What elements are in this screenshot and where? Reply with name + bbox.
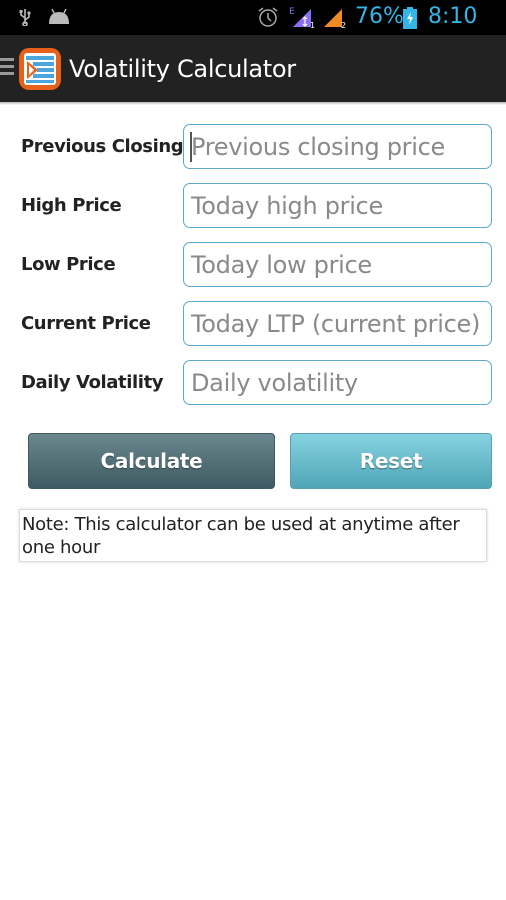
form-row-low-price: Low Price (0, 242, 506, 288)
action-bar-shadow (0, 102, 506, 105)
status-bar: E 1 2 76% 8:10 AM (0, 0, 506, 52)
signal-sim1-icon: E 1 (289, 7, 315, 29)
current-price-input[interactable] (183, 301, 492, 346)
calculate-button[interactable]: Calculate (28, 433, 275, 489)
low-price-input[interactable] (183, 242, 492, 287)
drawer-menu-icon[interactable] (0, 58, 14, 78)
app-logo-icon[interactable] (19, 48, 61, 90)
network-type-label: E (289, 7, 295, 17)
battery-percent: 76% (355, 4, 404, 29)
low-price-label: Low Price (21, 254, 116, 275)
daily-volatility-label: Daily Volatility (21, 372, 164, 393)
previous-closing-input[interactable] (183, 124, 492, 169)
alarm-icon (258, 7, 278, 27)
form-row-previous-closing: Previous Closing (0, 124, 506, 170)
current-price-label: Current Price (21, 313, 151, 334)
svg-text:2: 2 (341, 21, 346, 29)
signal-sim2-icon: 2 (324, 9, 346, 29)
text-cursor (190, 132, 192, 162)
svg-text:1: 1 (310, 21, 315, 29)
form-row-daily-volatility: Daily Volatility (0, 360, 506, 406)
form-row-current-price: Current Price (0, 301, 506, 347)
high-price-input[interactable] (183, 183, 492, 228)
usb-icon (19, 9, 31, 26)
daily-volatility-input[interactable] (183, 360, 492, 405)
high-price-label: High Price (21, 195, 122, 216)
reset-button[interactable]: Reset (290, 433, 492, 489)
battery-charging-icon (403, 7, 417, 29)
form-row-high-price: High Price (0, 183, 506, 229)
previous-closing-label: Previous Closing (21, 136, 184, 157)
note-text: Note: This calculator can be used at any… (19, 509, 487, 562)
clock-time: 8:10 (428, 4, 478, 29)
android-icon (49, 8, 69, 24)
app-title: Volatility Calculator (69, 55, 296, 83)
